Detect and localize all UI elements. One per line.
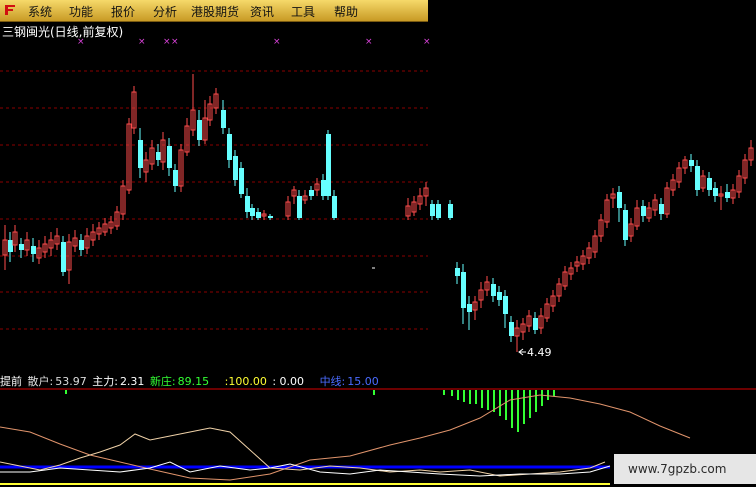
menu-function[interactable]: 功能 (69, 3, 93, 20)
candle-body (245, 196, 250, 212)
xinzhuang-value: 89.15 (177, 375, 210, 388)
menu-system[interactable]: 系统 (28, 3, 52, 20)
candle-body (256, 212, 261, 218)
candle-body (268, 216, 273, 218)
xinzhuang-label: 新庄: (149, 375, 176, 388)
signal-marker: × (171, 37, 179, 47)
signal-markers: × × × × × × × (77, 37, 431, 47)
value-100: :100.00 (224, 375, 267, 388)
signal-marker: × (423, 37, 431, 47)
candle-body (297, 196, 302, 218)
menu-quote[interactable]: 报价 (111, 3, 135, 20)
candle-body (156, 152, 161, 160)
stock-title: 三钢闽光(日线,前复权) (2, 25, 124, 39)
candle-body (430, 204, 435, 216)
candle-body (138, 140, 143, 168)
signal-marker: × (138, 37, 146, 47)
candle-body (503, 296, 508, 314)
candle-body (533, 318, 538, 330)
menu-analysis[interactable]: 分析 (153, 3, 177, 20)
candle-body (461, 272, 466, 308)
candle-body (436, 204, 441, 218)
menu-tools[interactable]: 工具 (291, 3, 315, 20)
candle-body (623, 210, 628, 240)
zhuli-label: 主力: (92, 375, 118, 388)
candle-body (509, 322, 514, 336)
zhongxian-value: 15.00 (347, 375, 379, 388)
menu-help[interactable]: 帮助 (334, 3, 358, 20)
candle-body (227, 134, 232, 160)
candle-body (79, 240, 84, 250)
low-price-label: 4.49 (527, 346, 552, 359)
sanhu-label: 散户: (27, 375, 54, 388)
candle-body (617, 192, 622, 208)
sanhu-value: 53.97 (55, 375, 87, 388)
candle-body (497, 292, 502, 300)
signal-marker: × (163, 37, 171, 47)
menu-bar: 系统 功能 报价 分析 港股期货 资讯 工具 帮助 (0, 0, 428, 22)
candle-body (8, 240, 13, 252)
sanhu-line (0, 427, 606, 477)
kline-chart[interactable]: × × × × × × × 4.49 (0, 0, 756, 487)
candle-body (707, 178, 712, 190)
candle-body (467, 304, 472, 312)
candle-body (309, 190, 314, 196)
candle-body (326, 134, 331, 196)
candle-body (659, 204, 664, 214)
candle-body (250, 208, 255, 216)
zhuli-value: 2.31 (119, 375, 145, 388)
candle-body (448, 204, 453, 218)
app-logo-icon (5, 5, 15, 15)
low-price-annotation: 4.49 (518, 346, 552, 359)
candle-body (491, 284, 496, 296)
value-0: : 0.00 (272, 375, 305, 388)
candle-body (61, 242, 66, 272)
price-gridlines (0, 70, 428, 330)
indicator-pane (0, 390, 691, 485)
candle-body (455, 268, 460, 276)
candle-body (173, 170, 178, 186)
menu-hk-futures[interactable]: 港股期货 (191, 3, 239, 20)
candle-body (19, 244, 24, 250)
candle-body (641, 206, 646, 216)
indicator-values: 提前 散户: 53.97 主力: 2.31 新庄: 89.15 :100.00 : 0… (0, 373, 381, 389)
candle-body (197, 120, 202, 140)
candle-body (167, 146, 172, 168)
candle-body (31, 246, 36, 254)
candle-body (221, 110, 226, 128)
zhongxian-label: 中线: (319, 375, 346, 388)
candle-body (233, 156, 238, 180)
candle-body (689, 160, 694, 166)
signal-marker: × (273, 37, 281, 47)
candle-body (713, 188, 718, 196)
signal-marker: × (365, 37, 373, 47)
candlesticks (2, 74, 754, 352)
candle-body (332, 196, 337, 218)
candle-body (321, 180, 326, 196)
menu-news[interactable]: 资讯 (250, 3, 274, 20)
candle-body (239, 168, 244, 194)
indicator-name: 提前 (0, 375, 22, 388)
candle-body (725, 192, 730, 198)
watermark: www.7gpzb.com (614, 454, 756, 484)
candle-body (695, 166, 700, 190)
